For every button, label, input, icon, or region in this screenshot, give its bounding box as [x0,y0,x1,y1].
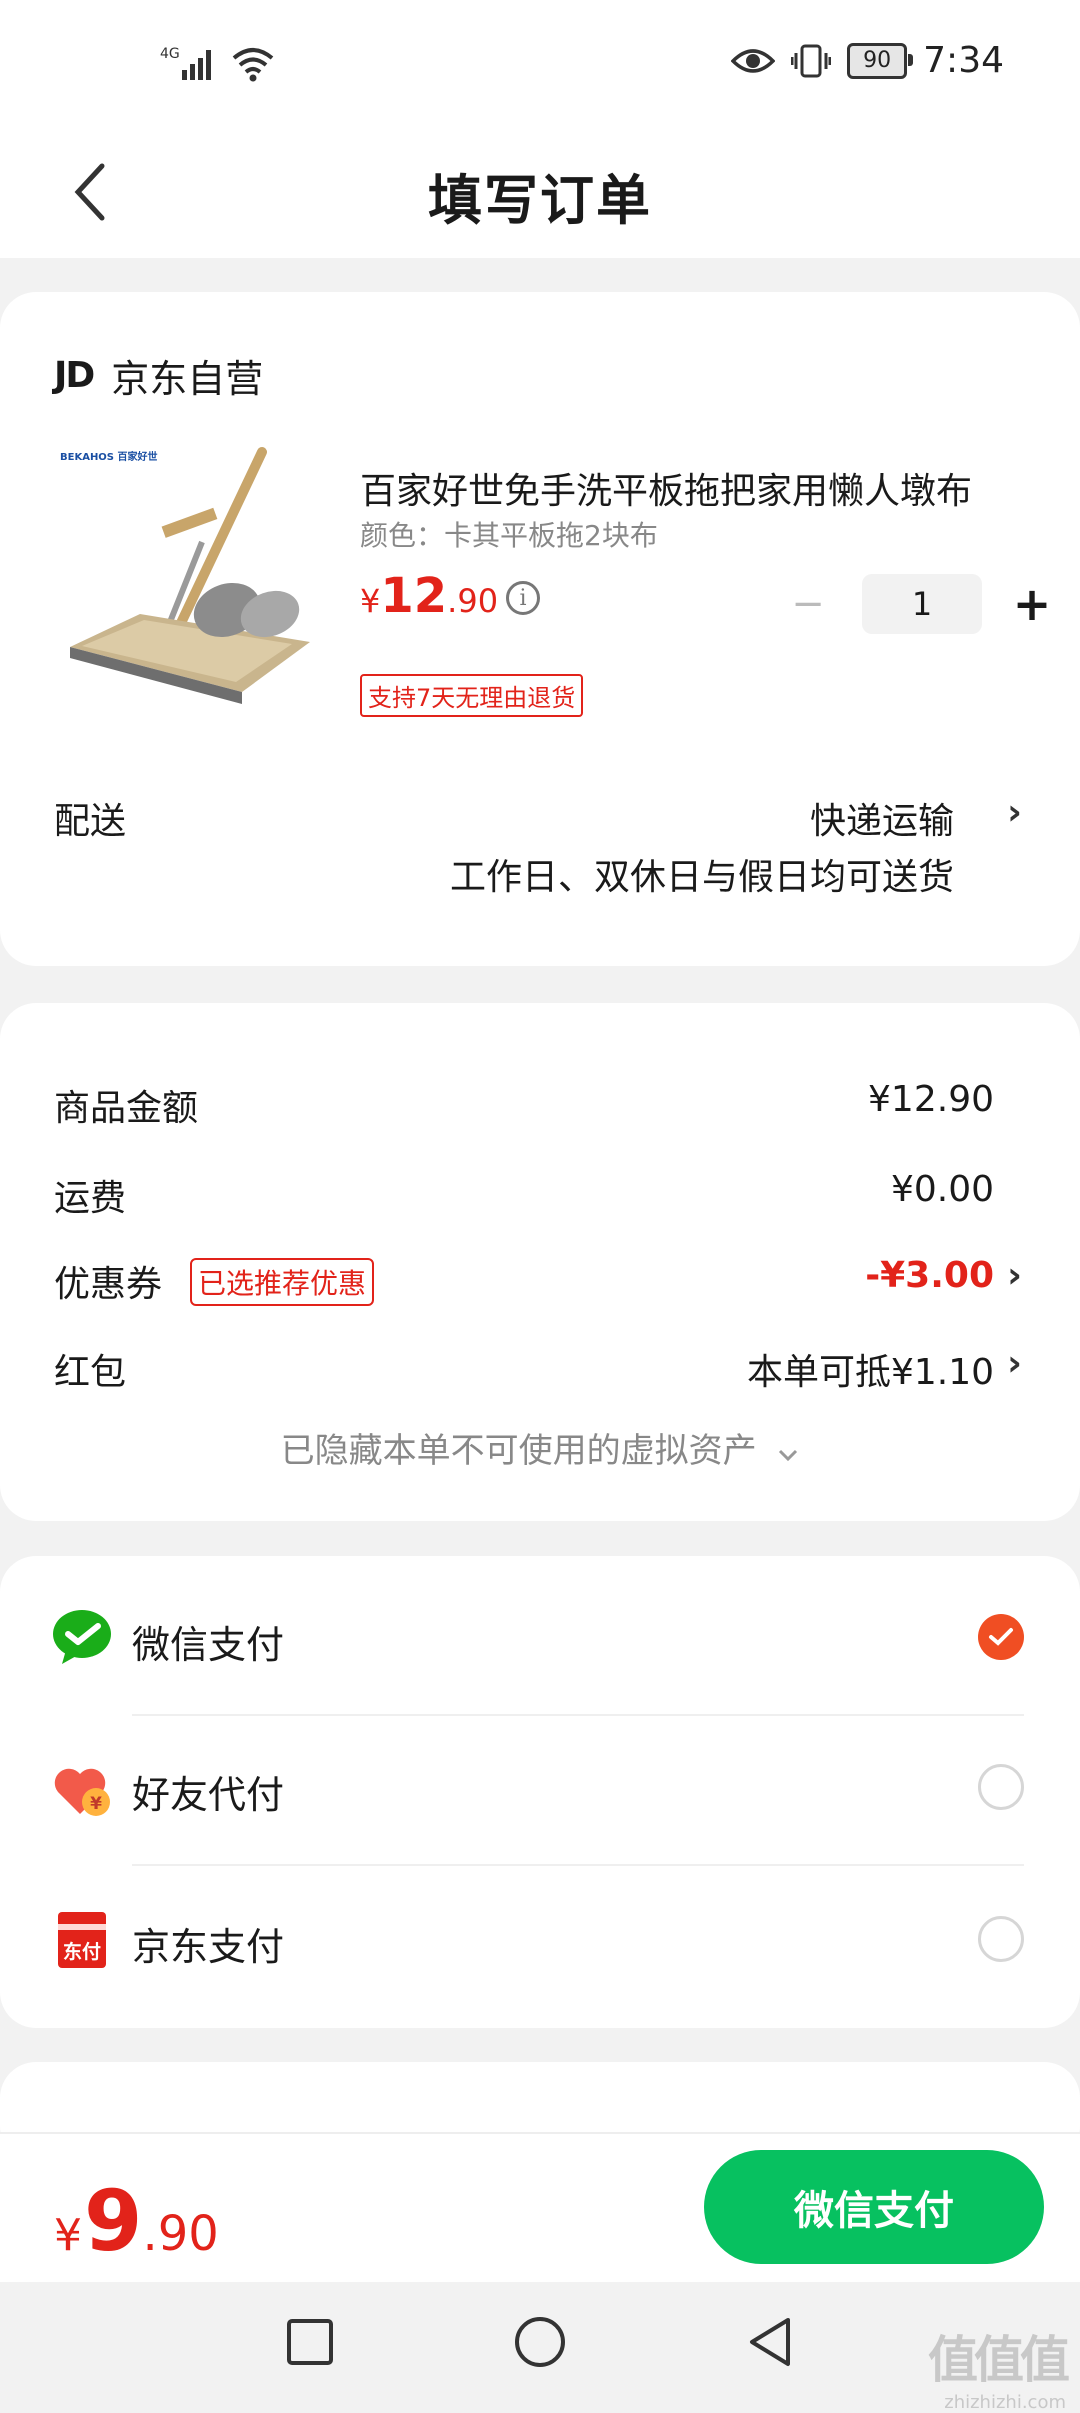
delivery-label: 配送 [54,801,127,842]
coupon-recommended-badge: 已选推荐优惠 [190,1258,375,1306]
friend-pay-icon-text: ¥ [90,1794,102,1814]
delivery-method: 快递运输 [809,801,954,842]
network-type: 4G [160,46,180,62]
chevron-right-icon: › [1007,792,1022,833]
payment-methods-card: 微信支付 ¥ 好友代付 东付 京东支付 [0,1556,1080,2028]
battery-indicator: 90 [847,42,914,79]
coupon-label: 优惠券 [54,1264,163,1305]
check-icon [989,1628,1013,1646]
jd-pay-icon-text: 东付 [63,1940,101,1963]
wechat-pay-icon [53,1610,111,1664]
shop-name: 京东自营 [111,357,264,401]
price-info-icon[interactable]: i [506,581,540,615]
shop-header: JD 京东自营 [54,348,263,403]
page-header: 填写订单 [0,130,1080,258]
product-spec: 颜色：卡其平板拖2块布 [360,519,658,552]
coupon-value: -¥3.00 [865,1255,994,1296]
jd-logo: JD [54,355,95,396]
page-title: 填写订单 [428,169,652,232]
product-price: ¥ 12 .90 [360,568,498,624]
order-total: ¥ 9 .90 [54,2172,219,2270]
price-integer: 12 [380,568,448,624]
payment-radio-selected[interactable] [978,1614,1024,1660]
jd-pay-icon: 东付 [58,1912,106,1968]
order-item-card: JD 京东自营 BEKAHOS 百家好世 百家好世免手洗平板拖把家用懒人墩布 颜… [0,292,1080,966]
red-packet-label: 红包 [54,1352,127,1393]
hidden-assets-text: 已隐藏本单不可使用的虚拟资产 [280,1431,757,1471]
goods-amount-value: ¥12.90 [868,1079,994,1120]
return-policy-badge: 支持7天无理由退货 [360,674,584,717]
quantity-field[interactable]: 1 [862,574,982,634]
total-decimal: .90 [142,2206,219,2262]
watermark: 值值值 zhizhizhi.com [928,2320,1070,2413]
product-image[interactable]: BEKAHOS 百家好世 [52,442,322,712]
home-icon[interactable] [510,2312,570,2372]
payment-label: 微信支付 [132,1623,285,1667]
wifi-icon [232,48,274,82]
status-bar-right: 90 7:34 [731,40,1004,81]
system-nav-bar: 值值值 zhizhizhi.com [0,2282,1080,2413]
back-triangle-icon[interactable] [740,2312,800,2372]
payment-label: 好友代付 [132,1773,285,1817]
payment-option-friend[interactable]: ¥ 好友代付 [0,1716,1080,1866]
payment-option-jd[interactable]: 东付 京东支付 [0,1866,1080,2016]
chevron-down-icon [779,1449,798,1462]
price-summary-card: 商品金额 ¥12.90 运费 ¥0.00 优惠券 已选推荐优惠 -¥3.00 ›… [0,1003,1080,1521]
price-currency: ¥ [360,582,381,620]
red-packet-value: 本单可抵¥1.10 [746,1352,994,1393]
increase-quantity-button[interactable]: + [1004,576,1060,632]
chevron-right-icon: › [1007,1343,1022,1384]
product-image-brand: BEKAHOS 百家好世 [60,450,158,463]
status-bar: 4G 90 7:34 [0,0,1080,130]
signal-icon: 4G [160,46,211,80]
clock: 7:34 [923,40,1004,81]
payment-option-wechat[interactable]: 微信支付 [0,1562,1080,1712]
total-currency: ¥ [54,2210,82,2261]
eye-icon [731,48,776,73]
shipping-fee-value: ¥0.00 [890,1169,994,1210]
checkout-bar: ¥ 9 .90 微信支付 [0,2132,1080,2284]
payment-radio[interactable] [978,1916,1024,1962]
decrease-quantity-button[interactable]: − [780,576,836,632]
recent-apps-icon[interactable] [280,2312,340,2372]
friend-pay-icon: ¥ [54,1768,110,1816]
status-bar-left: 4G [160,44,276,84]
shipping-fee-label: 运费 [54,1178,127,1219]
quantity-stepper: − 1 + [780,574,1060,634]
hidden-assets-toggle[interactable]: 已隐藏本单不可使用的虚拟资产 [0,1423,1080,1472]
watermark-site: zhizhizhi.com [944,2392,1066,2413]
total-integer: 9 [84,2172,143,2270]
watermark-mark: 值值值 [928,2331,1070,2389]
chevron-right-icon: › [1007,1255,1022,1296]
vibrate-icon [791,44,832,77]
product-title[interactable]: 百家好世免手洗平板拖把家用懒人墩布 [360,462,1030,514]
payment-radio[interactable] [978,1764,1024,1810]
wechat-pay-button[interactable]: 微信支付 [704,2150,1044,2264]
delivery-note: 工作日、双休日与假日均可送货 [449,857,954,898]
payment-label: 京东支付 [132,1925,285,1969]
price-decimal: .90 [447,582,499,620]
goods-amount-label: 商品金额 [54,1088,199,1129]
